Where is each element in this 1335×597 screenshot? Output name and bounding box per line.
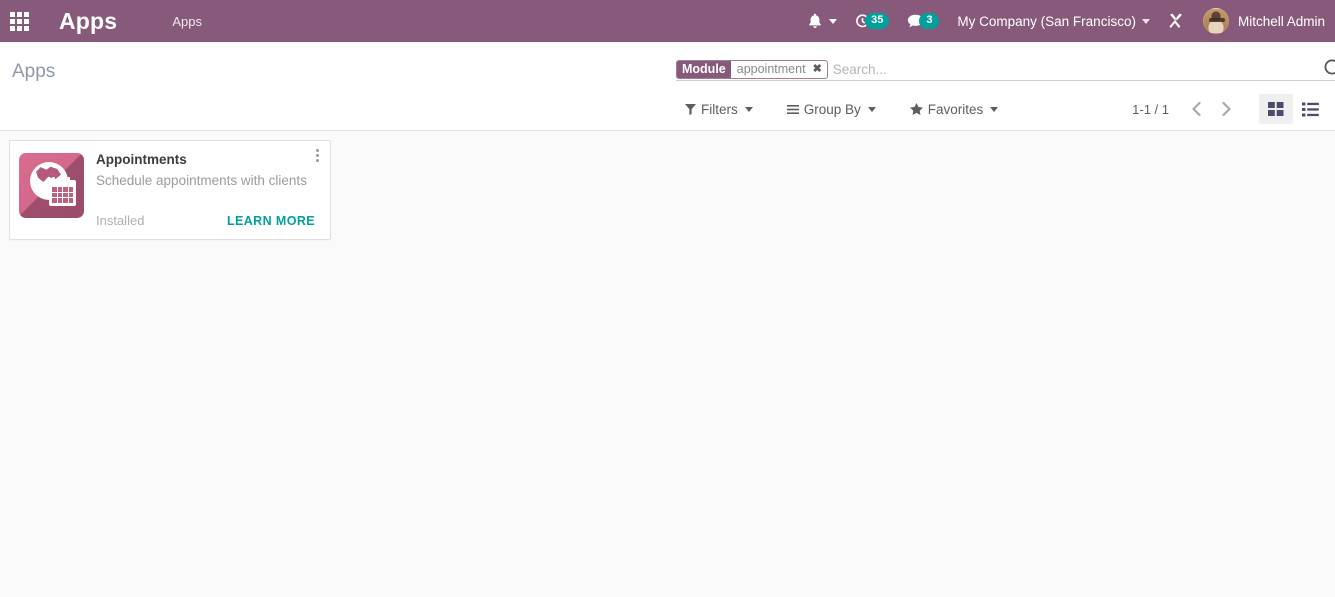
user-menu[interactable]: Mitchell Admin bbox=[1193, 0, 1329, 42]
chevron-down-icon bbox=[829, 18, 838, 24]
appointments-app-icon bbox=[19, 153, 84, 218]
search-facet-label: Module bbox=[677, 60, 731, 78]
filters-dropdown[interactable]: Filters bbox=[676, 97, 762, 122]
company-name: My Company (San Francisco) bbox=[957, 13, 1136, 29]
chevron-down-icon bbox=[990, 106, 999, 112]
pager-next-button[interactable] bbox=[1211, 94, 1241, 124]
close-icon[interactable]: ✖ bbox=[810, 61, 827, 78]
kebab-menu-icon[interactable] bbox=[310, 147, 324, 163]
chevron-right-icon bbox=[1221, 101, 1231, 117]
pager-previous-button[interactable] bbox=[1181, 94, 1211, 124]
learn-more-button[interactable]: LEARN MORE bbox=[227, 214, 321, 228]
search-facet-value: appointment bbox=[730, 60, 810, 78]
grid-apps-icon bbox=[9, 11, 29, 31]
activity-counter: 35 bbox=[865, 13, 890, 29]
messaging-menu[interactable]: 3 bbox=[898, 0, 948, 42]
group-by-label: Group By bbox=[803, 101, 861, 117]
pager-range: 1-1 / 1 bbox=[1132, 101, 1169, 117]
messaging-counter: 3 bbox=[919, 13, 940, 29]
calendar-grid bbox=[52, 187, 73, 203]
tools-cross-icon bbox=[1169, 13, 1182, 28]
control-panel: Apps Module appointment ✖ Filters bbox=[0, 42, 1335, 131]
pager-and-views: 1-1 / 1 bbox=[1132, 89, 1327, 129]
filters-label: Filters bbox=[701, 101, 738, 117]
app-name: Appointments bbox=[96, 152, 187, 167]
search-facet-module[interactable]: Module appointment ✖ bbox=[676, 59, 828, 79]
star-icon bbox=[909, 103, 923, 115]
company-switcher[interactable]: My Company (San Francisco) bbox=[948, 0, 1159, 42]
activity-menu[interactable]: 35 bbox=[846, 0, 898, 42]
navbar-right-group: 35 3 My Company (San Francisco) Mitchell… bbox=[799, 0, 1335, 42]
favorites-label: Favorites bbox=[927, 101, 984, 117]
view-switcher bbox=[1259, 94, 1327, 124]
avatar bbox=[1202, 8, 1229, 34]
search-bar[interactable]: Module appointment ✖ bbox=[676, 58, 1335, 81]
app-card-footer: Installed LEARN MORE bbox=[96, 213, 321, 228]
group-by-dropdown[interactable]: Group By bbox=[778, 97, 885, 122]
app-card-body: Appointments Schedule appointments with … bbox=[96, 150, 321, 230]
chevron-down-icon bbox=[744, 106, 753, 112]
search-input[interactable] bbox=[827, 59, 1335, 79]
brand-title: Apps bbox=[59, 7, 118, 34]
view-list-button[interactable] bbox=[1293, 94, 1327, 124]
filter-funnel-icon bbox=[685, 103, 696, 115]
menu-root-apps[interactable]: Apps bbox=[172, 14, 202, 29]
list-view-icon bbox=[1301, 102, 1319, 116]
kanban-grid-icon bbox=[1268, 102, 1284, 116]
app-description: Schedule appointments with clients bbox=[96, 173, 307, 188]
favorites-dropdown[interactable]: Favorites bbox=[901, 97, 1008, 122]
chevron-down-icon bbox=[867, 106, 876, 112]
view-kanban-button[interactable] bbox=[1259, 94, 1293, 124]
app-card[interactable]: Appointments Schedule appointments with … bbox=[9, 140, 331, 240]
chevron-left-icon bbox=[1191, 101, 1201, 117]
calendar-shape bbox=[49, 177, 76, 206]
top-navbar: Apps Apps 35 3 My Company (San Francisco… bbox=[0, 0, 1335, 42]
breadcrumb: Apps bbox=[12, 61, 56, 82]
chevron-down-icon bbox=[1141, 18, 1150, 24]
list-lines-icon bbox=[786, 104, 799, 115]
app-status: Installed bbox=[96, 213, 145, 228]
notifications-menu[interactable] bbox=[799, 0, 846, 42]
user-name: Mitchell Admin bbox=[1237, 13, 1325, 29]
search-icon[interactable] bbox=[1323, 58, 1335, 78]
apps-kanban-container: Appointments Schedule appointments with … bbox=[0, 131, 1335, 597]
bell-icon bbox=[809, 13, 821, 28]
developer-tools-button[interactable] bbox=[1159, 0, 1193, 42]
apps-launcher-button[interactable] bbox=[0, 0, 38, 42]
